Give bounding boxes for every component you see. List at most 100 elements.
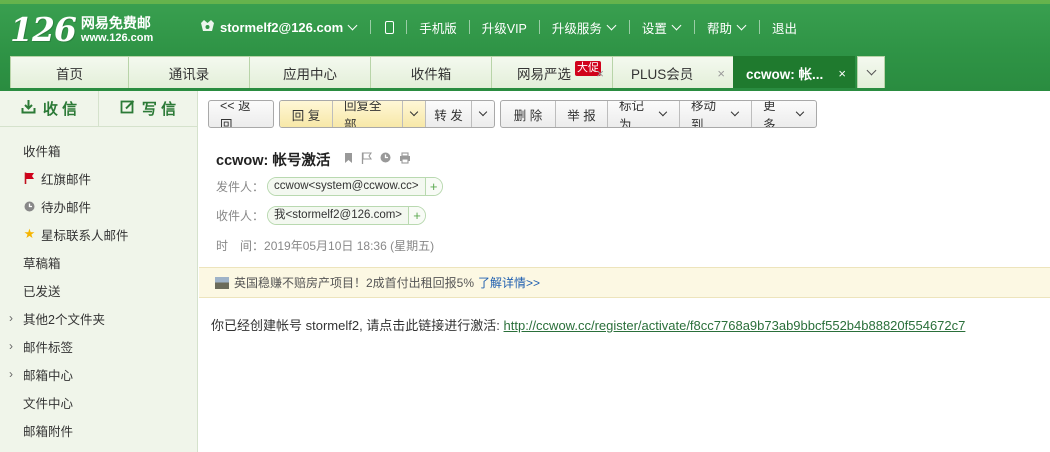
sidebar-item-todo[interactable]: 待办邮件 <box>0 192 197 220</box>
tab-app-center[interactable]: 应用中心 <box>249 56 371 88</box>
ad-text: 英国稳赚不赔房产项目！2成首付出租回报5% <box>234 276 475 290</box>
recipient-row: 收件人： 我<stormelf2@126.com> + <box>216 206 427 225</box>
close-icon[interactable]: × <box>838 66 846 81</box>
tab-more-button[interactable] <box>857 56 885 88</box>
time-row: 时 间： 2019年05月10日 18:36 (星期五) <box>216 237 434 254</box>
sidebar-item-sent[interactable]: 已发送 <box>0 276 197 304</box>
divider <box>628 20 630 34</box>
nav-settings[interactable]: 设置 <box>642 18 682 37</box>
chevron-down-icon <box>866 65 876 76</box>
chevron-down-icon <box>606 20 617 30</box>
chevron-down-icon <box>731 107 740 117</box>
red-flag-icon <box>23 172 36 184</box>
sidebar-item-drafts[interactable]: 草稿箱 <box>0 248 197 276</box>
recipient-label: 收件人： <box>216 209 265 223</box>
reply-button[interactable]: 回 复 <box>280 101 332 127</box>
more-dropdown[interactable]: 更 多 <box>751 101 816 127</box>
mail-subject: ccwow: 帐号激活 <box>216 153 331 169</box>
forward-button[interactable]: 转 发 <box>425 101 471 127</box>
divider <box>758 20 760 34</box>
divider <box>370 20 372 34</box>
nav-help[interactable]: 帮助 <box>707 18 747 37</box>
chevron-down-icon <box>409 107 419 117</box>
star-icon: ★ <box>23 226 36 241</box>
add-contact-icon[interactable]: + <box>424 178 442 195</box>
bookmark-icon[interactable] <box>344 152 353 167</box>
reply-options-dropdown[interactable] <box>402 101 425 127</box>
download-icon <box>21 99 36 118</box>
nav-upgrade-service[interactable]: 升级服务 <box>552 18 617 37</box>
tab-plus-member[interactable]: PLUS会员 × <box>612 56 734 88</box>
nav-mobile[interactable]: 手机版 <box>419 18 457 37</box>
recipient-chip[interactable]: 我<stormelf2@126.com> + <box>267 206 427 225</box>
tab-current-mail[interactable]: ccwow: 帐... × <box>733 56 855 88</box>
sidebar-item-starred[interactable]: ★ 星标联系人邮件 <box>0 220 197 248</box>
nav-upgrade-vip[interactable]: 升级VIP <box>482 18 527 37</box>
sender-chip[interactable]: ccwow<system@ccwow.cc> + <box>267 177 443 196</box>
logo-title: 网易免费邮 <box>80 15 151 31</box>
mail-body: 你已经创建帐号 stormelf2, 请点击此链接进行激活: http://cc… <box>211 315 965 334</box>
print-icon[interactable] <box>399 152 411 167</box>
nav-logout[interactable]: 退出 <box>772 18 797 37</box>
tab-bar: 首页 通讯录 应用中心 收件箱 网易严选 大促 × PLUS会员 × ccwow… <box>10 56 885 88</box>
phone-icon[interactable] <box>385 20 395 34</box>
close-icon[interactable]: × <box>596 66 604 81</box>
close-icon[interactable]: × <box>717 66 725 81</box>
tab-home[interactable]: 首页 <box>10 56 129 88</box>
clock-icon[interactable] <box>380 152 391 167</box>
receive-button[interactable]: 收 信 <box>0 91 98 126</box>
add-contact-icon[interactable]: + <box>408 207 426 224</box>
user-icon <box>200 19 215 35</box>
flag-icon[interactable] <box>361 152 373 167</box>
delete-button[interactable]: 删 除 <box>501 101 555 127</box>
ad-image <box>215 276 229 289</box>
chevron-right-icon: › <box>9 339 13 353</box>
clock-icon <box>23 201 36 212</box>
tab-inbox[interactable]: 收件箱 <box>370 56 492 88</box>
user-email: stormelf2@126.com <box>220 19 344 35</box>
chevron-down-icon <box>795 107 805 117</box>
chevron-right-icon: › <box>9 311 13 325</box>
body-text: 你已经创建帐号 stormelf2, 请点击此链接进行激活: <box>211 318 504 333</box>
compose-button[interactable]: 写 信 <box>98 91 197 126</box>
reply-all-button[interactable]: 回复全部 <box>332 101 402 127</box>
user-menu[interactable]: stormelf2@126.com <box>200 19 358 35</box>
sidebar-item-inbox[interactable]: 收件箱 <box>0 136 197 164</box>
app-header: 126 网易免费邮 www.126.com stormelf2@126.com … <box>0 0 1050 91</box>
divider <box>406 20 408 34</box>
chevron-down-icon <box>659 107 668 117</box>
forward-options-dropdown[interactable] <box>471 101 494 127</box>
sidebar-item-tags[interactable]: › 邮件标签 <box>0 332 197 360</box>
logo-url: www.126.com <box>80 32 154 44</box>
tab-yanxuan[interactable]: 网易严选 大促 × <box>491 56 613 88</box>
chevron-down-icon <box>478 107 488 117</box>
activation-link[interactable]: http://ccwow.cc/register/activate/f8cc77… <box>504 318 966 333</box>
chevron-right-icon: › <box>9 367 13 381</box>
sidebar-item-mail-center[interactable]: › 邮箱中心 <box>0 360 197 388</box>
chevron-down-icon <box>347 20 358 30</box>
logo-number: 126 <box>10 10 77 49</box>
sidebar-item-other-folders[interactable]: › 其他2个文件夹 <box>0 304 197 332</box>
top-nav: stormelf2@126.com 手机版 升级VIP 升级服务 设置 帮助 退… <box>200 17 797 37</box>
mail-date: 2019年05月10日 18:36 (星期五) <box>264 239 435 253</box>
recipient-address: 我<stormelf2@126.com> <box>268 207 409 224</box>
sidebar: 收 信 写 信 收件箱 红旗邮件 待办邮件 ★ 星标联系人邮件 草稿箱 已发送 … <box>0 91 198 452</box>
folder-list: 收件箱 红旗邮件 待办邮件 ★ 星标联系人邮件 草稿箱 已发送 › 其他2个文件夹… <box>0 127 197 444</box>
divider <box>538 20 540 34</box>
mail-toolbar: << 返回 回 复 回复全部 转 发 删 除 举 报 标记为 移动到 更 多 <box>208 100 822 128</box>
report-button[interactable]: 举 报 <box>555 101 607 127</box>
back-button[interactable]: << 返回 <box>209 101 273 127</box>
logo[interactable]: 126 网易免费邮 www.126.com <box>10 12 153 48</box>
sidebar-item-flagged[interactable]: 红旗邮件 <box>0 164 197 192</box>
sidebar-item-attachments[interactable]: 邮箱附件 <box>0 416 197 444</box>
mail-reader: << 返回 回 复 回复全部 转 发 删 除 举 报 标记为 移动到 更 多 c… <box>199 91 1050 452</box>
sender-row: 发件人： ccwow<system@ccwow.cc> + <box>216 177 443 196</box>
mail-header: ccwow: 帐号激活 <box>216 149 419 170</box>
ad-link[interactable]: 了解详情>> <box>478 274 540 291</box>
chevron-down-icon <box>671 20 682 30</box>
chevron-down-icon <box>736 20 747 30</box>
move-to-dropdown[interactable]: 移动到 <box>679 101 751 127</box>
mark-as-dropdown[interactable]: 标记为 <box>607 101 679 127</box>
tab-contacts[interactable]: 通讯录 <box>128 56 250 88</box>
sidebar-item-file-center[interactable]: 文件中心 <box>0 388 197 416</box>
